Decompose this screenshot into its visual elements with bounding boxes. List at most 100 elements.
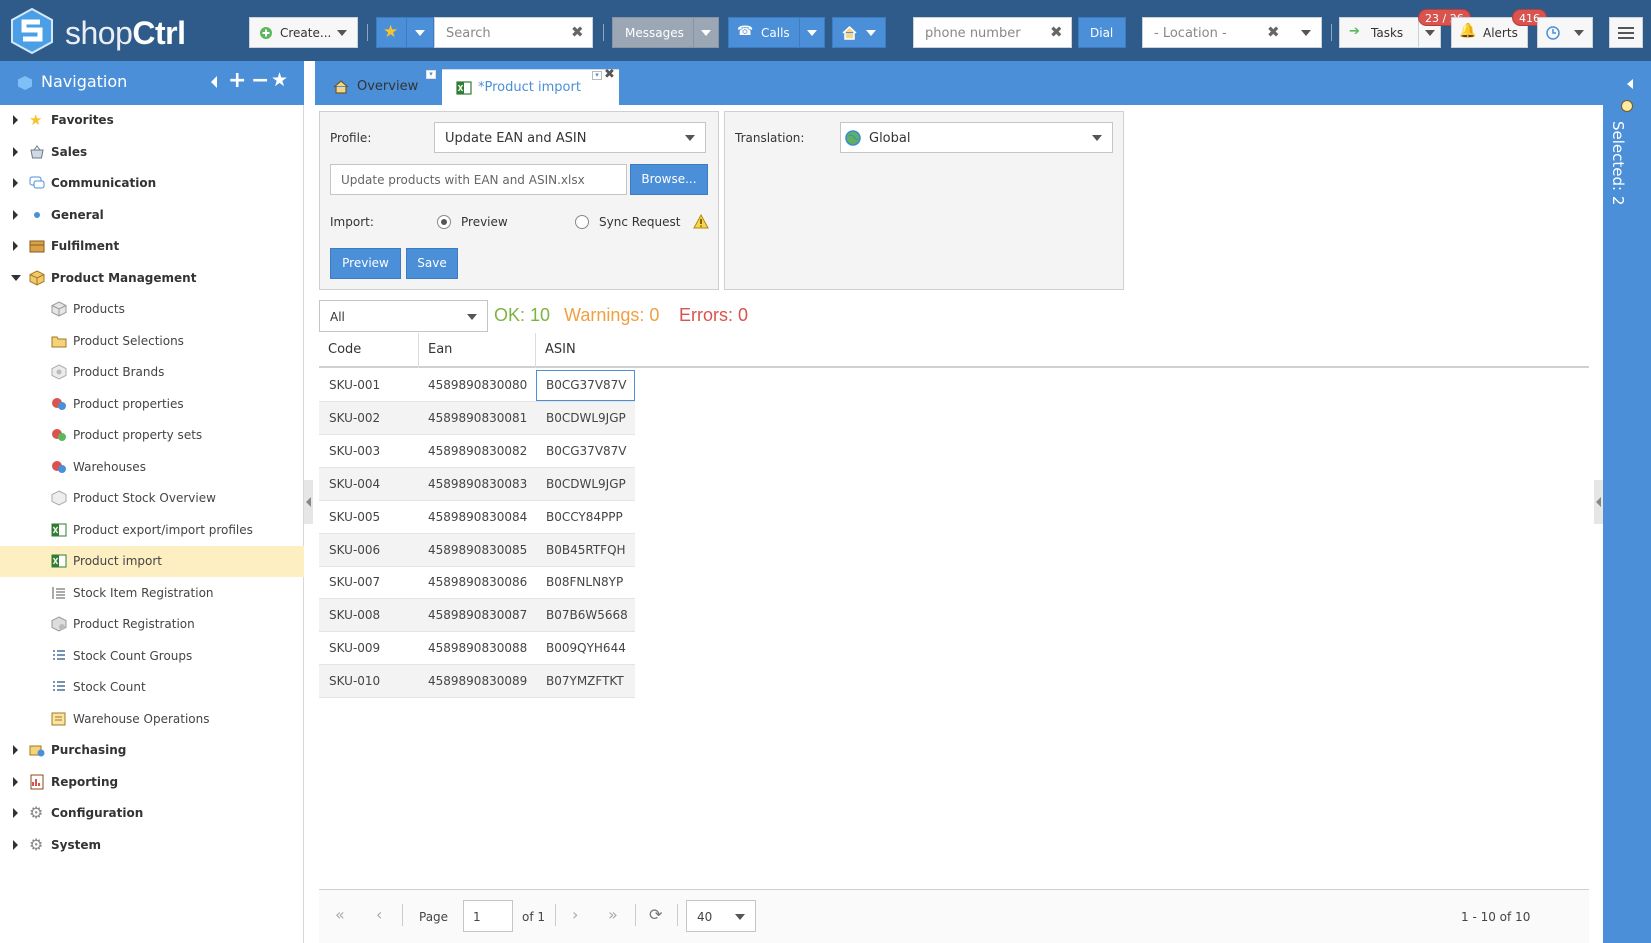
nav-item-product-selections[interactable]: Product Selections <box>0 326 304 357</box>
nav-item-reporting[interactable]: Reporting <box>0 767 304 798</box>
table-row[interactable]: SKU-007 4589890830086 B08FNLN8YP <box>319 566 635 600</box>
messages-button[interactable]: Messages <box>612 17 719 48</box>
location-select[interactable]: - Location - ✖ <box>1142 17 1322 48</box>
tab-menu-icon[interactable]: ▾ <box>426 70 436 79</box>
cell-ean: 4589890830084 <box>428 509 528 524</box>
nav-item-product-brands[interactable]: Product Brands <box>0 357 304 388</box>
collapse-panel-icon[interactable] <box>211 76 217 88</box>
tab-menu-icon[interactable]: ▾ <box>592 71 602 80</box>
refresh-icon[interactable]: ⟳ <box>649 905 662 924</box>
nav-item-favorites[interactable]: ★ Favorites <box>0 105 304 136</box>
cell-asin: B009QYH644 <box>546 641 626 656</box>
result-filter-select[interactable]: All <box>319 300 488 332</box>
close-tab-icon[interactable]: ✖ <box>604 67 615 82</box>
favorites-dropdown[interactable]: ★ <box>376 17 434 48</box>
nav-item-general[interactable]: General <box>0 200 304 231</box>
nav-item-sales[interactable]: Sales <box>0 137 304 168</box>
nav-item-products[interactable]: Products <box>0 294 304 325</box>
page-number-input[interactable]: 1 <box>463 900 513 932</box>
search-input[interactable]: Search ✖ <box>434 17 593 48</box>
preview-button[interactable]: Preview <box>330 248 401 279</box>
collapsed-arrow-icon[interactable] <box>13 146 18 157</box>
nav-item-product-property-sets[interactable]: Product property sets <box>0 420 304 451</box>
column-header-asin[interactable]: ASIN <box>536 333 635 368</box>
nav-item-product-management[interactable]: Product Management <box>0 263 304 294</box>
collapsed-arrow-icon[interactable] <box>13 776 18 787</box>
tab-overview[interactable]: Overview ▾ <box>319 69 442 105</box>
table-row[interactable]: SKU-010 4589890830089 B07YMZFTKT <box>319 665 635 699</box>
collapsed-arrow-icon[interactable] <box>13 115 18 125</box>
clear-search-icon[interactable]: ✖ <box>571 23 584 41</box>
collapsed-arrow-icon[interactable] <box>13 241 18 251</box>
nav-item-product-properties[interactable]: Product properties <box>0 389 304 420</box>
table-row[interactable]: SKU-006 4589890830085 B0B45RTFQH <box>319 533 635 567</box>
next-page-icon[interactable]: › <box>572 905 578 924</box>
collapsed-arrow-icon[interactable] <box>13 209 18 220</box>
create-button[interactable]: Create... <box>249 17 358 48</box>
table-row[interactable]: SKU-002 4589890830081 B0CDWL9JGP <box>319 401 635 435</box>
table-row[interactable]: SKU-003 4589890830082 B0CG37V87V <box>319 435 635 468</box>
nav-item-communication[interactable]: Communication <box>0 168 304 199</box>
nav-item-stock-item-registration[interactable]: Stock Item Registration <box>0 578 304 609</box>
collapsed-arrow-icon[interactable] <box>13 839 18 850</box>
nav-item-label: Stock Item Registration <box>73 585 214 600</box>
cell-code: SKU-002 <box>329 410 381 425</box>
main-menu-button[interactable] <box>1609 17 1643 48</box>
previous-page-icon[interactable]: ‹ <box>376 905 382 924</box>
nav-item-system[interactable]: ⚙ System <box>0 830 304 861</box>
translation-select[interactable]: Global <box>840 122 1113 153</box>
nav-item-configuration[interactable]: ⚙ Configuration <box>0 798 304 829</box>
nav-item-label: Warehouses <box>73 459 146 474</box>
tab-product-import[interactable]: *Product import ▾ ✖ <box>442 67 619 105</box>
column-header-code[interactable]: Code <box>319 333 419 368</box>
nav-item-stock-count-groups[interactable]: Stock Count Groups <box>0 641 304 672</box>
collapse-right-panel-handle[interactable] <box>1594 480 1603 524</box>
collapse-all-icon[interactable]: − <box>251 68 269 93</box>
clear-location-icon[interactable]: ✖ <box>1267 23 1280 41</box>
collapse-navigation-handle[interactable] <box>304 480 313 524</box>
nav-item-product-registration[interactable]: Product Registration <box>0 609 304 640</box>
favorites-star-icon[interactable]: ★ <box>271 69 288 91</box>
registration-icon <box>51 616 67 632</box>
collapsed-arrow-icon[interactable] <box>13 745 18 755</box>
nav-item-fulfilment[interactable]: Fulfilment <box>0 231 304 262</box>
nav-item-warehouses[interactable]: Warehouses <box>0 452 304 483</box>
table-row[interactable]: SKU-008 4589890830087 B07B6W5668 <box>319 599 635 633</box>
phone-number-input[interactable]: phone number ✖ <box>913 17 1072 48</box>
dial-button[interactable]: Dial <box>1078 17 1126 48</box>
expand-all-icon[interactable]: + <box>228 68 246 93</box>
cell-code: SKU-008 <box>329 608 381 623</box>
clear-phone-icon[interactable]: ✖ <box>1050 23 1063 41</box>
collapsed-arrow-icon[interactable] <box>13 178 18 188</box>
table-row[interactable]: SKU-005 4589890830084 B0CCY84PPP <box>319 501 635 534</box>
cell-asin: B0CDWL9JGP <box>546 476 626 491</box>
sync-request-radio[interactable] <box>575 215 589 229</box>
collapsed-arrow-icon[interactable] <box>13 808 18 818</box>
calls-button[interactable]: ☎ Calls <box>728 17 825 48</box>
file-path-field[interactable]: Update products with EAN and ASIN.xlsx <box>330 164 627 195</box>
first-page-icon[interactable]: « <box>335 905 345 924</box>
nav-item-warehouse-operations[interactable]: Warehouse Operations <box>0 704 304 735</box>
last-page-icon[interactable]: » <box>608 905 618 924</box>
home-dropdown[interactable] <box>832 17 886 48</box>
column-header-ean[interactable]: Ean <box>419 333 536 368</box>
page-size-select[interactable]: 40 <box>686 900 756 932</box>
nav-item-product-import[interactable]: Product import <box>0 546 304 577</box>
clock-dropdown[interactable] <box>1537 17 1593 48</box>
table-row[interactable]: SKU-001 4589890830080 B0CG37V87V <box>319 369 635 402</box>
browse-button[interactable]: Browse... <box>630 164 708 195</box>
table-row[interactable]: SKU-009 4589890830088 B009QYH644 <box>319 632 635 666</box>
preview-radio[interactable] <box>437 215 451 229</box>
table-row[interactable]: SKU-004 4589890830083 B0CDWL9JGP <box>319 467 635 501</box>
expand-panel-icon[interactable] <box>1627 79 1633 89</box>
profile-select[interactable]: Update EAN and ASIN <box>434 122 706 153</box>
nav-item-product-export-import-profiles[interactable]: Product export/import profiles <box>0 515 304 546</box>
shopctrl-logo[interactable]: shopCtrl <box>10 8 195 54</box>
nav-item-stock-count[interactable]: Stock Count <box>0 672 304 703</box>
expanded-arrow-icon[interactable] <box>11 274 21 281</box>
nav-item-product-stock-overview[interactable]: Product Stock Overview <box>0 483 304 514</box>
save-button[interactable]: Save <box>406 248 458 279</box>
nav-item-purchasing[interactable]: Purchasing <box>0 735 304 766</box>
profile-label: Profile: <box>330 131 372 145</box>
selection-side-panel[interactable]: Selected: 2 <box>1603 61 1651 943</box>
